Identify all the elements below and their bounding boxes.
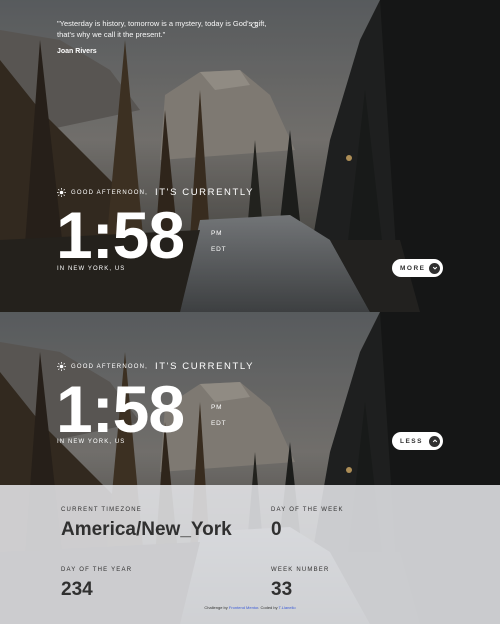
greeting: GOOD AFTERNOON, IT'S CURRENTLY xyxy=(57,361,254,372)
author-link[interactable]: T.Llanello xyxy=(279,605,296,610)
location: IN NEW YORK, US xyxy=(57,439,126,445)
top-panel: "Yesterday is history, tomorrow is a mys… xyxy=(0,0,500,312)
sun-icon xyxy=(57,188,66,197)
clock-time: 1:58 xyxy=(56,372,185,446)
footer-prefix: Challenge by xyxy=(204,605,228,610)
detail-value: 0 xyxy=(271,519,282,540)
quote-author: Joan Rivers xyxy=(57,48,97,55)
clock-time: 1:58 xyxy=(56,198,185,272)
currently-text: IT'S CURRENTLY xyxy=(155,187,255,198)
meridiem: PM xyxy=(211,404,223,411)
detail-day-of-year: DAY OF THE YEAR 234 xyxy=(61,567,132,601)
location: IN NEW YORK, US xyxy=(57,266,126,272)
detail-value: 234 xyxy=(61,579,93,600)
time-row: 1:58 xyxy=(56,372,185,446)
detail-value: America/New_York xyxy=(61,519,232,540)
detail-timezone: CURRENT TIMEZONE America/New_York xyxy=(61,507,232,541)
detail-label: DAY OF THE YEAR xyxy=(61,567,133,573)
currently-text: IT'S CURRENTLY xyxy=(155,361,255,372)
timezone-abbr: EDT xyxy=(211,420,227,427)
greeting-text: GOOD AFTERNOON, xyxy=(71,189,149,196)
more-button-label: MORE xyxy=(400,264,426,272)
frontend-mentor-link[interactable]: Frontend Mentor xyxy=(229,605,258,610)
greeting-text: GOOD AFTERNOON, xyxy=(71,363,149,370)
attribution-footer: Challenge by Frontend Mentor. Coded by T… xyxy=(0,605,500,610)
meridiem: PM xyxy=(211,230,223,237)
more-button[interactable]: MORE xyxy=(392,259,443,277)
details-panel: CURRENT TIMEZONE America/New_York DAY OF… xyxy=(0,485,500,624)
time-row: 1:58 xyxy=(56,198,185,272)
detail-value: 33 xyxy=(271,579,293,600)
quote-text: "Yesterday is history, tomorrow is a mys… xyxy=(57,19,267,39)
less-button-label: LESS xyxy=(400,437,423,445)
refresh-quote-button[interactable] xyxy=(249,20,258,29)
quote-block: "Yesterday is history, tomorrow is a mys… xyxy=(57,18,267,55)
refresh-icon xyxy=(250,21,257,28)
timezone-abbr: EDT xyxy=(211,246,227,253)
less-button[interactable]: LESS xyxy=(392,432,443,450)
detail-label: CURRENT TIMEZONE xyxy=(61,507,142,513)
chevron-up-icon xyxy=(429,435,440,447)
detail-label: DAY OF THE WEEK xyxy=(271,507,344,513)
footer-middle: . Coded by xyxy=(258,605,278,610)
greeting: GOOD AFTERNOON, IT'S CURRENTLY xyxy=(57,187,254,198)
sun-icon xyxy=(57,362,66,371)
chevron-down-icon xyxy=(429,262,440,274)
detail-label: WEEK NUMBER xyxy=(271,567,330,573)
detail-week-number: WEEK NUMBER 33 xyxy=(271,567,330,601)
detail-day-of-week: DAY OF THE WEEK 0 xyxy=(271,507,344,541)
